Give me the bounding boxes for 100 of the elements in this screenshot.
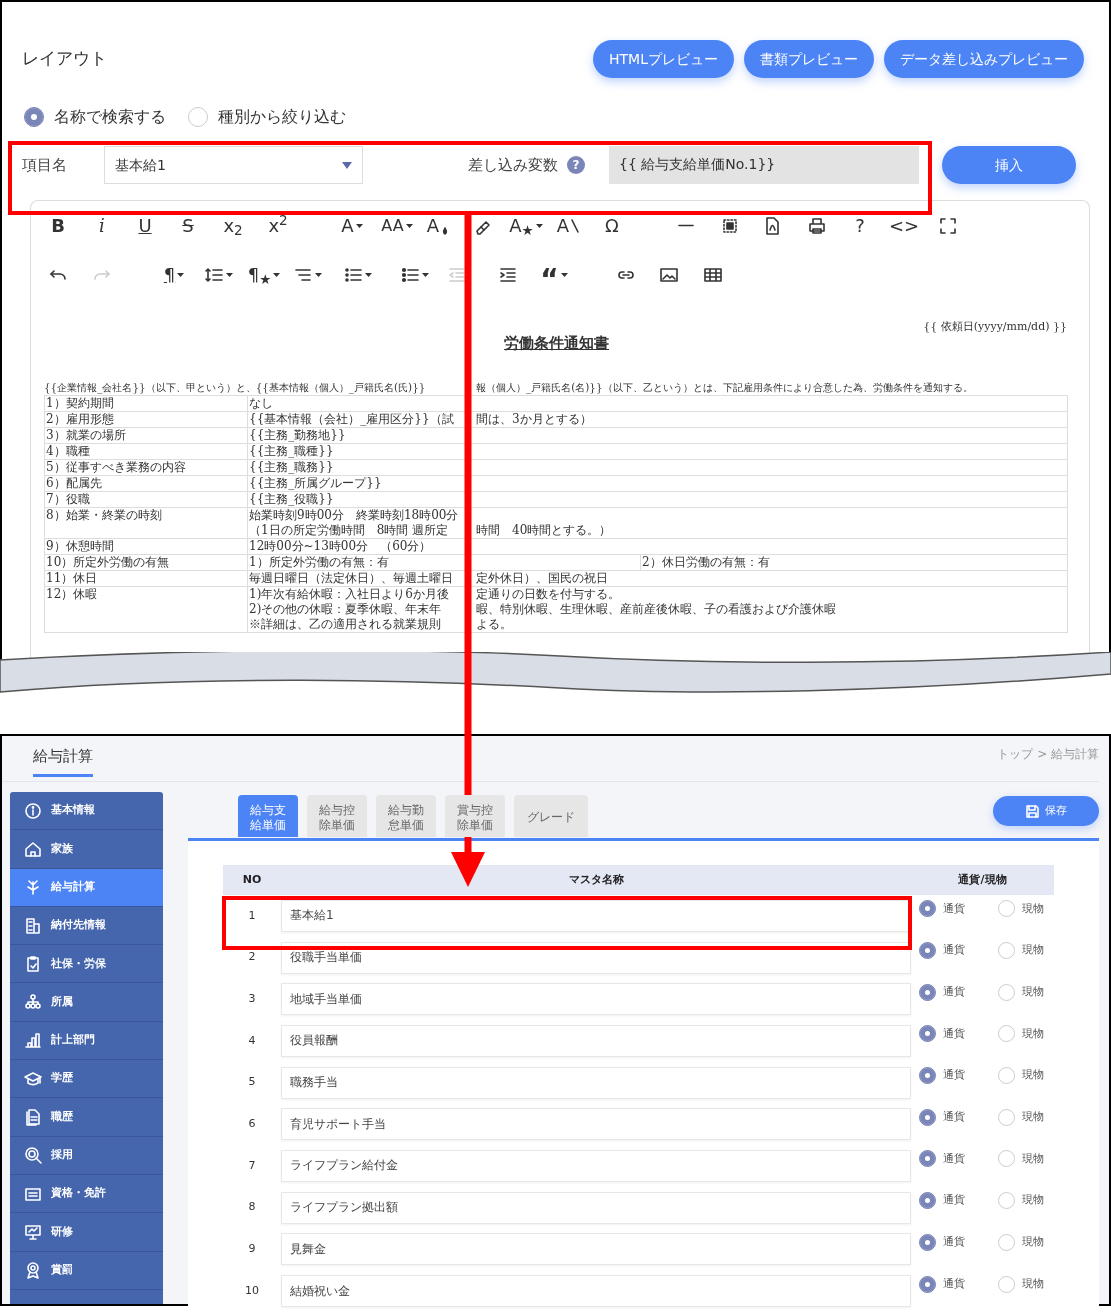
name-field[interactable]: 基本給1 [281,899,911,932]
cell-text: 3）就業の場所 [46,428,126,443]
toolbar-button[interactable]: B [41,208,75,243]
tab[interactable]: 給与勤怠単価 [376,795,436,837]
radio-label[interactable]: 現物 [1022,900,1044,918]
preview-button[interactable]: データ差し込みプレビュー [884,40,1084,78]
toolbar-button[interactable]: ¶$_{★}$ [242,257,286,292]
cell-text: 始業時刻9時00分 終業時刻18時00分 [249,508,459,523]
sidebar-item[interactable]: 学歴 [10,1060,163,1099]
cell-text: 11）休日 [46,571,98,586]
variable-field[interactable]: {{ 給与支給単価No.1}} [609,146,919,184]
radio-label[interactable]: 現物 [1022,983,1044,1001]
radio-label[interactable]: 通貨 [943,1067,965,1084]
row-number: 1 [248,908,256,922]
toolbar-button[interactable]: ? [843,208,877,243]
document-text: {{企業情報_会社名}}（以下、甲という）と、{{基本情報（個人）_戸籍氏名(氏)}} [44,380,426,395]
radio-label[interactable]: 通貨 [943,1275,965,1293]
cell-text: 10）所定外労働の有無 [46,555,170,570]
preview-button[interactable]: HTMLプレビュー [593,40,734,78]
document-title: 労働条件通知書 [504,332,609,354]
cell-text: 2）休日労働の有無：有 [642,555,770,570]
help-icon[interactable]: ? [567,156,585,174]
sidebar-item[interactable]: 資格・免許 [10,1174,163,1214]
toolbar-button[interactable]: A [551,208,585,243]
toolbar-button[interactable]: A [421,208,455,243]
field-label: 差し込み変数 [468,154,558,176]
cell-text: {{主務_勤務地}} [249,428,346,443]
column-header: NO [242,872,262,886]
name-field[interactable]: 結婚祝い金 [281,1275,911,1308]
toolbar-button[interactable]: AA [375,208,419,243]
radio-label[interactable]: 通貨 [943,942,965,959]
toolbar-button[interactable]: A [330,208,374,243]
sidebar-item[interactable]: 納付先情報 [10,906,163,946]
document-text: 報（個人）_戸籍氏名(名)}}（以下、乙という）とは、下記雇用条件により合意した為、労働条件を通知する。 [476,380,973,395]
radio-label[interactable]: 現物 [1022,1275,1044,1293]
preview-button[interactable]: 書類プレビュー [744,40,874,78]
item-select[interactable]: 基本給1 [104,146,363,184]
section-title: レイアウト [22,47,107,71]
name-field[interactable]: ライフプラン拠出額 [281,1191,911,1224]
cell-text: 1）契約期間 [46,396,114,411]
cell-text: 8）始業・終業の時刻 [46,508,162,523]
radio-label[interactable]: 現物 [1022,1067,1044,1084]
radio-label[interactable]: 現物 [1022,1150,1044,1168]
radio-label[interactable]: 通貨 [943,1150,965,1168]
radio-label[interactable]: 現物 [1022,1109,1044,1126]
toolbar-button[interactable]: Ω [595,208,629,243]
sidebar-item[interactable]: 社保・労保 [10,945,163,984]
sidebar-item[interactable]: 給与計算 [10,868,163,907]
radio-label[interactable]: 現物 [1022,1025,1044,1043]
radio-label[interactable]: 通貨 [943,1109,965,1126]
name-field[interactable]: 地域手当単価 [281,983,911,1016]
name-field[interactable]: ライフプラン給付金 [281,1149,911,1182]
name-field[interactable]: 役員報酬 [281,1024,911,1057]
cell-text: 4）職種 [46,444,90,459]
sidebar-item[interactable]: 賞罰 [10,1251,163,1290]
radio-label[interactable]: 通貨 [943,1192,965,1209]
row-number: 10 [245,1283,259,1297]
radio-label[interactable]: 名称で検索する [54,105,166,129]
radio-label[interactable]: 現物 [1022,1192,1044,1209]
sidebar-item[interactable]: 職歴 [10,1098,163,1137]
radio-label[interactable]: 通貨 [943,900,965,918]
radio-label[interactable]: 通貨 [943,1025,965,1043]
name-field[interactable]: 育児サポート手当 [281,1108,911,1141]
tab[interactable]: グレード [514,795,588,837]
sidebar-item[interactable]: 計上部門 [10,1021,163,1061]
toolbar-button[interactable]: x$^{2}$ [261,208,295,243]
radio-label[interactable]: 通貨 [943,1234,965,1251]
cell-text: 12時00分~13時00分 （60分） [249,539,432,554]
cell-text: 定外休日）、国民の祝日 [476,571,608,586]
radio-label[interactable]: 通貨 [943,983,965,1001]
tab[interactable]: 給与支給単価 [238,795,298,837]
save-button[interactable]: 保存 [993,796,1099,826]
toolbar-button[interactable]: S [171,208,205,243]
row-number: 3 [248,991,256,1005]
row-number: 5 [248,1075,256,1089]
toolbar-button[interactable]: A$_{★}$ [504,208,548,243]
toolbar-button[interactable]: x$_{2}$ [216,208,250,243]
radio-label[interactable]: 現物 [1022,1234,1044,1251]
name-field[interactable]: 見舞金 [281,1233,911,1266]
radio-label[interactable]: 現物 [1022,942,1044,959]
toolbar-button[interactable]: <> [887,208,921,243]
cell-text: 1）所定外労働の有無：有 [249,555,389,570]
radio-label[interactable]: 種別から絞り込む [218,105,346,129]
sidebar-item[interactable]: 基本情報 [10,792,163,831]
toolbar-button[interactable]: U [128,208,162,243]
toolbar-button[interactable]: “ [532,257,576,292]
insert-button[interactable]: 挿入 [942,146,1076,184]
sidebar-item[interactable]: 採用 [10,1136,163,1175]
tab[interactable]: 賞与控除単価 [445,795,505,837]
cell-text: 7）役職 [46,492,90,507]
sidebar-item[interactable]: 研修 [10,1213,163,1252]
name-field[interactable]: 職務手当 [281,1066,911,1099]
cell-text: {{主務_役職}} [249,492,334,507]
toolbar-button[interactable]: ¶ [152,257,196,292]
toolbar-button[interactable]: i [85,208,119,243]
sidebar-item[interactable]: 家族 [10,830,163,869]
tab[interactable]: 給与控除単価 [307,795,367,837]
column-header: マスタ名称 [568,872,624,886]
sidebar-item[interactable]: 所属 [10,983,163,1022]
cell-text: {{主務_職種}} [249,444,334,459]
